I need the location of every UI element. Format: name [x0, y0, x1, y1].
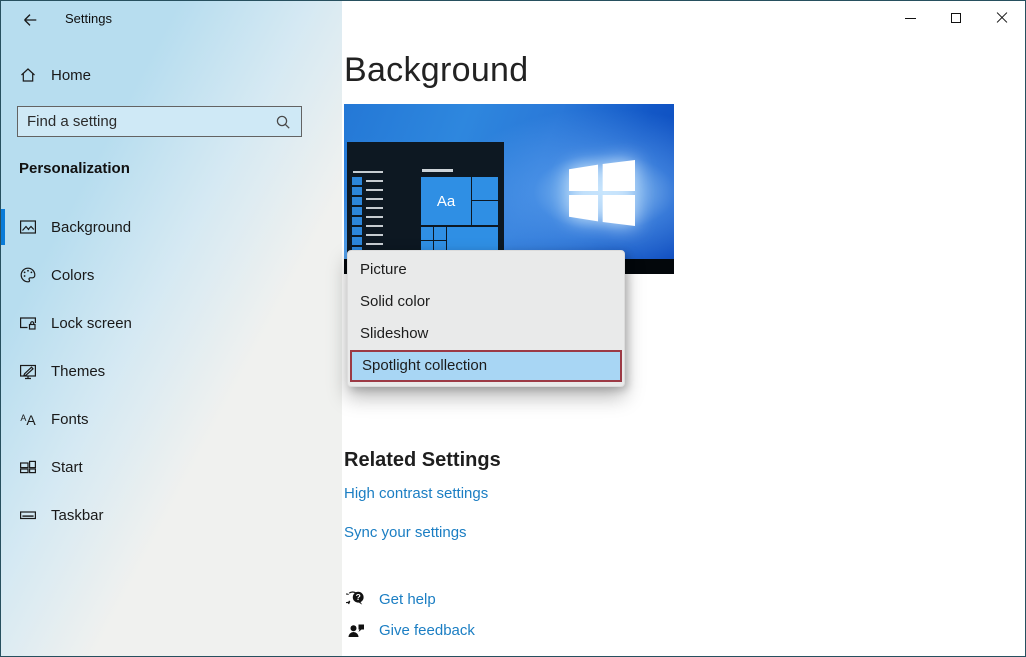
- search-icon[interactable]: [274, 113, 292, 131]
- get-help-link[interactable]: Get help: [379, 591, 436, 608]
- dropdown-item-slideshow[interactable]: Slideshow: [348, 318, 624, 350]
- section-heading-personalization: Personalization: [19, 160, 130, 177]
- dropdown-item-picture[interactable]: Picture: [348, 254, 624, 286]
- tile-label: Aa: [436, 192, 456, 210]
- close-button[interactable]: [979, 1, 1025, 35]
- search-box: [17, 106, 302, 137]
- sidebar-item-label: Lock screen: [51, 314, 132, 332]
- sidebar-item-label: Colors: [51, 266, 95, 284]
- sidebar-item-home[interactable]: Home: [19, 63, 91, 87]
- sidebar-item-taskbar[interactable]: Taskbar: [1, 491, 342, 539]
- sidebar-item-lock-screen[interactable]: Lock screen: [1, 299, 342, 347]
- start-tiles-icon: [20, 460, 37, 474]
- back-arrow-icon: [24, 14, 37, 26]
- sidebar: Settings Home Personalization: [1, 1, 342, 656]
- sidebar-item-label: Fonts: [51, 410, 89, 428]
- palette-icon: [20, 267, 36, 283]
- maximize-icon: [951, 13, 961, 23]
- preview-tile-aa: Aa: [421, 177, 471, 225]
- related-settings-heading: Related Settings: [344, 449, 501, 471]
- background-type-dropdown: Picture Solid color Slideshow Spotlight …: [347, 250, 625, 387]
- preview-tile: [472, 201, 498, 225]
- image-icon: [20, 220, 37, 234]
- lock-screen-icon: [20, 317, 36, 330]
- give-feedback-row[interactable]: Give feedback: [346, 620, 475, 640]
- high-contrast-settings-link[interactable]: High contrast settings: [344, 485, 488, 502]
- dropdown-item-solid-color[interactable]: Solid color: [348, 286, 624, 318]
- close-icon: [996, 12, 1008, 24]
- give-feedback-link[interactable]: Give feedback: [379, 622, 475, 639]
- feedback-person-icon: [348, 624, 364, 637]
- taskbar-icon: [20, 511, 37, 520]
- sync-your-settings-link[interactable]: Sync your settings: [344, 524, 467, 541]
- sidebar-item-label: Start: [51, 458, 83, 476]
- back-button[interactable]: [15, 7, 45, 33]
- window-controls: [887, 1, 1025, 35]
- home-icon: [21, 68, 35, 82]
- sidebar-item-fonts[interactable]: AA Fonts: [1, 395, 342, 443]
- windows-logo-icon: [569, 160, 635, 226]
- pinned-icons-column: [352, 177, 362, 255]
- fonts-icon: AA: [20, 411, 36, 428]
- themes-icon: [20, 364, 37, 380]
- preview-tile: [472, 177, 498, 200]
- maximize-button[interactable]: [933, 1, 979, 35]
- sidebar-item-background[interactable]: Background: [1, 203, 342, 251]
- sidebar-item-colors[interactable]: Colors: [1, 251, 342, 299]
- sidebar-nav: Background Colors Lock screen Themes AA …: [1, 203, 342, 539]
- background-preview: Aa: [344, 104, 674, 274]
- sidebar-item-start[interactable]: Start: [1, 443, 342, 491]
- get-help-row[interactable]: ? Get help: [346, 589, 436, 609]
- sidebar-item-label: Background: [51, 218, 132, 236]
- app-title: Settings: [65, 11, 112, 26]
- minimize-icon: [904, 17, 916, 19]
- main-content: Background Aa Picture Solid color Slides…: [342, 1, 1025, 656]
- help-chat-icon: ?: [346, 591, 364, 605]
- menu-item-dashes: [366, 171, 383, 251]
- sidebar-item-themes[interactable]: Themes: [1, 347, 342, 395]
- settings-window: Settings Home Personalization: [0, 0, 1026, 657]
- page-title: Background: [344, 51, 529, 89]
- sidebar-item-label: Themes: [51, 362, 106, 380]
- search-input[interactable]: [27, 113, 274, 130]
- home-label: Home: [51, 66, 92, 84]
- sidebar-item-label: Taskbar: [51, 506, 104, 524]
- dropdown-item-spotlight-collection[interactable]: Spotlight collection: [350, 350, 622, 382]
- svg-text:?: ?: [356, 592, 361, 602]
- minimize-button[interactable]: [887, 1, 933, 35]
- selected-indicator: [1, 209, 5, 245]
- tile-group-title: [422, 169, 453, 172]
